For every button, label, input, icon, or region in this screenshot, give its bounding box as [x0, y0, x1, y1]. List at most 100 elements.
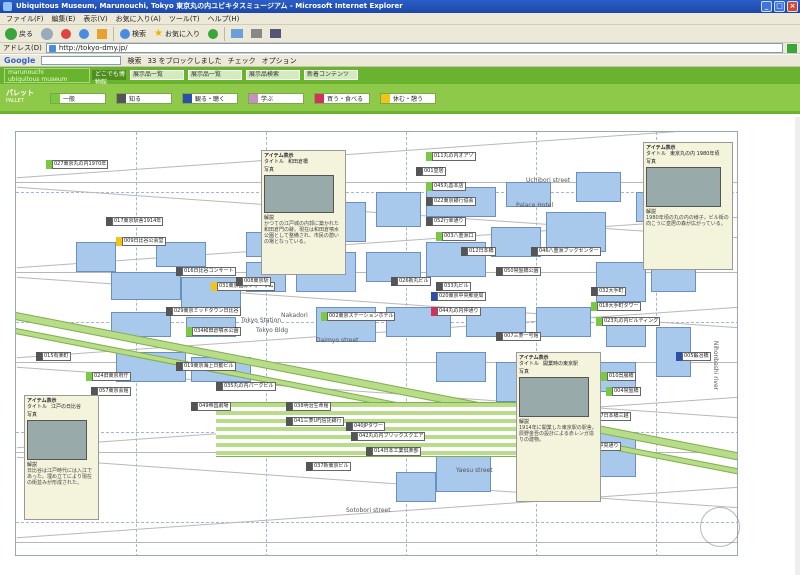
menu-file[interactable]: ファイル(F): [6, 13, 44, 24]
nav-item[interactable]: 展示品一覧: [188, 70, 242, 80]
palette-item[interactable]: 一般: [50, 93, 106, 104]
map-pin[interactable]: 026新丸ビル: [391, 277, 431, 286]
map-pin[interactable]: 046八重洲ブックセンター: [531, 247, 601, 256]
map-pin[interactable]: 014日本工業倶楽部: [366, 447, 421, 456]
map-pin[interactable]: 003八重洲口: [436, 232, 476, 241]
brand-logo[interactable]: marunouchi ubiquitous museum: [4, 68, 90, 83]
map-pin[interactable]: 015有楽町: [36, 352, 71, 361]
map-pin[interactable]: 040JPタワー: [346, 422, 386, 431]
palette-item[interactable]: 知る: [116, 93, 172, 104]
toolbar-separator: [223, 26, 225, 41]
map-pin[interactable]: 052行幸通り: [426, 217, 466, 226]
scrollbar[interactable]: [795, 117, 800, 575]
stop-button[interactable]: [59, 26, 73, 42]
mail-icon: [230, 29, 243, 38]
go-button[interactable]: [787, 43, 797, 53]
map-pin[interactable]: 033丸ビル: [436, 282, 471, 291]
map-pin[interactable]: 023丸の内ビルディング: [596, 317, 661, 326]
map-pin[interactable]: 008東京駅: [236, 277, 271, 286]
map-pin[interactable]: 034和田倉噴水公園: [186, 327, 241, 336]
map-pin[interactable]: 017東京駅舎1914年: [106, 217, 164, 226]
palette-item[interactable]: 休む・憩う: [380, 93, 436, 104]
edit-button[interactable]: [268, 26, 283, 42]
home-button[interactable]: [95, 26, 109, 42]
popup-text: 1914年に開業した東京駅の駅舎。辰野金吾の設計による赤レンガ造りの建物。: [519, 425, 597, 443]
map-pin[interactable]: 049帝国劇場: [191, 402, 231, 411]
map-pin[interactable]: 002東京ステーションホテル: [321, 312, 396, 321]
close-button[interactable]: ×: [787, 1, 798, 12]
menu-edit[interactable]: 編集(E): [52, 13, 76, 24]
address-input[interactable]: http://tokyo-dmy.jp/: [45, 43, 783, 53]
map-pin[interactable]: 027東京丸の内1970年: [46, 160, 109, 169]
nav-extra[interactable]: どこでも博物館: [92, 70, 126, 86]
nav-item[interactable]: 展示品検索: [246, 70, 300, 80]
pin-label: 052行幸通り: [432, 217, 466, 226]
google-search-input[interactable]: [41, 56, 122, 65]
map-pin[interactable]: 029東京ミッドタウン日比谷: [166, 307, 241, 316]
refresh-icon: [79, 28, 89, 39]
map-pin[interactable]: 035丸の内パークビル: [216, 382, 276, 391]
address-label: アドレス(D): [3, 44, 42, 52]
nav-item[interactable]: 展示品一覧: [130, 70, 184, 80]
map-pin[interactable]: 038明治生命館: [286, 402, 331, 411]
favorites-button[interactable]: ★ お気に入り: [152, 26, 202, 42]
map-label: Nakadori: [281, 312, 308, 319]
menu-favorites[interactable]: お気に入り(A): [116, 13, 161, 24]
pin-label: 007三菱一号館: [502, 332, 541, 341]
palette-label: 一般: [63, 96, 76, 103]
map-pin[interactable]: 007三菱一号館: [496, 332, 541, 341]
road: [16, 182, 737, 183]
back-button[interactable]: 戻る: [3, 26, 35, 42]
map-pin[interactable]: 020東京中央郵便局: [431, 292, 486, 301]
pin-label: 017東京駅舎1914年: [112, 217, 164, 226]
map-pin[interactable]: 019東京海上日動ビル: [176, 362, 236, 371]
map-pin[interactable]: 009日比谷公会堂: [116, 237, 166, 246]
pin-label: 009日比谷公会堂: [122, 237, 166, 246]
map-pin[interactable]: 005鍛冶橋: [676, 352, 711, 361]
pin-label: 032大手町: [597, 287, 626, 296]
map-pin[interactable]: 037新東京ビル: [306, 462, 351, 471]
menu-tools[interactable]: ツール(T): [169, 13, 200, 24]
map-pin[interactable]: 042丸の内ブリックスクエア: [351, 432, 426, 441]
map-pin[interactable]: 011丸の内オアゾ: [426, 152, 476, 161]
history-button[interactable]: [206, 26, 220, 42]
map-pin[interactable]: 016日比谷コンサート: [176, 267, 236, 276]
map-pin[interactable]: 022東京銀行協会: [426, 197, 476, 206]
minimize-button[interactable]: _: [761, 1, 772, 12]
item-popup[interactable]: アイテム表示 タイトル 東京丸の内 1980年頃 写真 解説 1980年頃の丸の内の様子。…: [643, 142, 733, 270]
item-popup[interactable]: アイテム表示 タイトル 和田倉橋 写真 解説 かつての江戸城の内郭に築かれた和田倉門の跡。…: [261, 150, 346, 275]
map-pin[interactable]: 041三菱UFJ信託銀行: [286, 417, 344, 426]
map-pin[interactable]: 044丸の内仲通り: [431, 307, 481, 316]
refresh-button[interactable]: [77, 26, 91, 42]
palette-swatch: [315, 94, 324, 103]
mail-button[interactable]: [229, 26, 245, 42]
forward-button[interactable]: [39, 26, 55, 42]
print-button[interactable]: [249, 26, 264, 42]
map-pin[interactable]: 010呉服橋: [601, 372, 636, 381]
map-pin[interactable]: 001皇居: [416, 167, 446, 176]
nav-item[interactable]: 新着コンテンツ: [304, 70, 358, 80]
map-pin[interactable]: 012日本橋: [461, 247, 496, 256]
maximize-button[interactable]: □: [774, 1, 785, 12]
google-search-button[interactable]: 検索: [127, 56, 141, 66]
building: [111, 272, 181, 300]
map-pin[interactable]: 032大手町: [591, 287, 626, 296]
menu-view[interactable]: 表示(V): [83, 13, 107, 24]
popup-blocked-indicator[interactable]: 33 をブロックしました: [147, 56, 221, 66]
map-pin[interactable]: 045丸善本店: [426, 182, 466, 191]
item-popup[interactable]: アイテム表示 タイトル 開業時の東京駅 写真 解説 1914年に開業した東京駅の駅舎。辰野…: [516, 352, 601, 502]
museum-map[interactable]: Uchibori street Nihonbashi river Daimyo st…: [15, 131, 738, 556]
map-pin[interactable]: 004常盤橋: [606, 387, 641, 396]
search-button[interactable]: 検索: [118, 26, 148, 42]
item-popup[interactable]: アイテム表示 タイトル 江戸の日比谷 写真 解説 日比谷は江戸時代には入江であった。埋め立…: [24, 395, 99, 520]
check-button[interactable]: チェック: [228, 56, 256, 66]
pin-label: 005鍛冶橋: [682, 352, 711, 361]
options-button[interactable]: オプション: [262, 56, 297, 66]
palette-item[interactable]: 学ぶ: [248, 93, 304, 104]
palette-item[interactable]: 買う・食べる: [314, 93, 370, 104]
map-pin[interactable]: 050常盤橋公園: [496, 267, 541, 276]
menu-help[interactable]: ヘルプ(H): [208, 13, 240, 24]
palette-item[interactable]: 観る・聴く: [182, 93, 238, 104]
map-pin[interactable]: 024旧東京府庁: [86, 372, 131, 381]
map-pin[interactable]: 018大手町タワー: [591, 302, 641, 311]
